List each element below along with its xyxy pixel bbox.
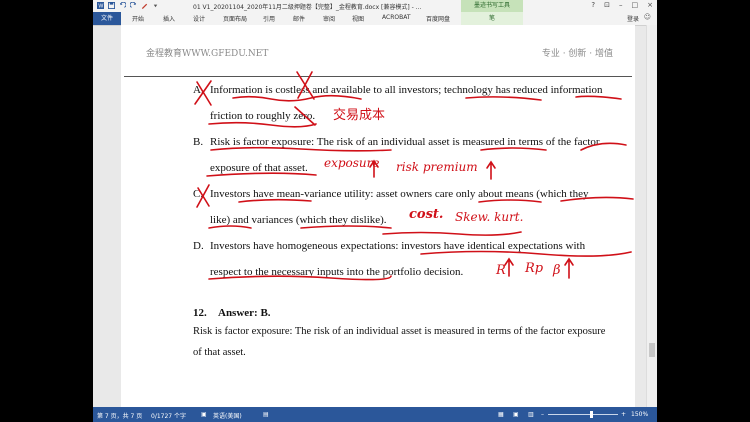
answer-label: Answer: B.: [218, 307, 271, 319]
pen-icon[interactable]: [141, 2, 148, 9]
ribbon-display-icon[interactable]: ⊡: [604, 1, 610, 9]
tab-view[interactable]: 视图: [352, 14, 364, 23]
tab-design[interactable]: 设计: [193, 14, 205, 23]
zoom-level[interactable]: 150%: [631, 411, 648, 418]
tab-home[interactable]: 开始: [132, 14, 144, 23]
language-indicator[interactable]: 英语(美国): [213, 411, 242, 420]
option-a-label: A.: [193, 84, 204, 96]
arrow-up-d2: [564, 257, 574, 279]
tab-acrobat[interactable]: ACROBAT: [382, 14, 411, 21]
tab-mailings[interactable]: 邮件: [293, 14, 305, 23]
undo-icon[interactable]: [119, 2, 126, 9]
arrow-up-b2: [486, 160, 496, 180]
explanation-line-1: Risk is factor exposure: The risk of an …: [193, 326, 606, 337]
tab-baidu-netdisk[interactable]: 百度网盘: [426, 14, 450, 23]
ink-tools-context-label: 墨迹书写工具: [461, 0, 523, 12]
word-count[interactable]: 0/1727 个字: [151, 411, 186, 420]
note-risk-premium: risk premium: [396, 160, 478, 174]
option-d-line-1: Investors have homogeneous expectations:…: [210, 240, 586, 252]
customize-toolbar-icon[interactable]: [152, 2, 159, 9]
title-bar: W 01 V1_20201104_2020年11月二级押题卷【完整】_金程教育.…: [93, 0, 657, 12]
header-rule: [124, 76, 632, 77]
tab-pen[interactable]: 笔: [461, 12, 523, 25]
option-b-line-1: Risk is factor exposure: The risk of an …: [210, 136, 600, 148]
underline-a-2: [465, 96, 542, 101]
underline-c-2: [478, 199, 542, 203]
vertical-scrollbar[interactable]: [646, 25, 657, 407]
zoom-slider[interactable]: [548, 414, 618, 415]
option-c-label: C.: [193, 188, 204, 200]
window-controls: ? ⊡ – □ ×: [591, 1, 653, 9]
word-window: W 01 V1_20201104_2020年11月二级押题卷【完整】_金程教育.…: [93, 0, 657, 422]
header-left: 金程教育WWW.GFEDU.NET: [146, 49, 269, 59]
tab-layout[interactable]: 页面布局: [223, 14, 247, 23]
underline-c-1: [238, 198, 312, 203]
note-skew-kurt: Skew. kurt.: [455, 210, 524, 224]
explanation-line-2: of that asset.: [193, 347, 246, 358]
option-b-label: B.: [193, 136, 204, 148]
option-c-line-1: Investors have mean-variance utility: as…: [210, 188, 589, 200]
page-count[interactable]: 第 7 页，共 7 页: [97, 411, 142, 420]
tab-references[interactable]: 引用: [263, 14, 275, 23]
zoom-out-button[interactable]: –: [541, 411, 544, 418]
option-d-label: D.: [193, 240, 204, 252]
option-b-line-2: exposure of that asset.: [210, 162, 308, 174]
option-c-line-2: like) and variances (which they dislike)…: [210, 214, 387, 226]
note-r: R: [496, 263, 506, 278]
note-rp: Rp: [525, 261, 544, 276]
option-d-line-2: respect to the necessary inputs into the…: [210, 266, 464, 278]
macro-record-icon[interactable]: ▤: [263, 411, 269, 418]
minimize-button[interactable]: –: [619, 1, 623, 9]
answer-number: 12.: [193, 307, 207, 319]
word-logo-icon: W: [97, 2, 104, 9]
maximize-button[interactable]: □: [632, 1, 639, 9]
tab-review[interactable]: 审阅: [323, 14, 335, 23]
underline-hand-c: [382, 231, 522, 236]
underline-c-4: [208, 225, 252, 229]
document-page[interactable]: 金程教育WWW.GFEDU.NET 专业 · 创新 · 增值 A. Inform…: [121, 25, 635, 407]
note-transaction-cost: 交易成本: [333, 108, 386, 123]
help-icon[interactable]: ?: [591, 1, 595, 9]
scrollbar-thumb[interactable]: [649, 343, 655, 357]
feedback-smiley-icon[interactable]: ☺: [644, 13, 651, 21]
document-title: 01 V1_20201104_2020年11月二级押题卷【完整】_金程教育.do…: [193, 4, 422, 11]
svg-text:W: W: [98, 4, 103, 9]
login-link[interactable]: 登录: [627, 14, 639, 23]
web-layout-icon[interactable]: ▥: [528, 411, 534, 418]
tab-insert[interactable]: 插入: [163, 14, 175, 23]
underline-a-4: [208, 121, 317, 128]
redo-icon[interactable]: [130, 2, 137, 9]
option-a-line-1: Information is costless and available to…: [210, 84, 603, 96]
zoom-in-button[interactable]: +: [621, 411, 626, 418]
underline-a-3: [575, 95, 622, 100]
close-button[interactable]: ×: [647, 1, 653, 9]
proofing-icon[interactable]: ▣: [201, 411, 207, 418]
note-beta: β: [553, 263, 561, 278]
ribbon-tabs: 文件 开始 插入 设计 页面布局 引用 邮件 审阅 视图 ACROBAT 百度网…: [93, 12, 657, 26]
header-right: 专业 · 创新 · 增值: [541, 49, 613, 59]
underline-c-5: [300, 225, 392, 229]
save-icon[interactable]: [108, 2, 115, 9]
quick-access-toolbar: W: [97, 2, 159, 9]
underline-a-1: [232, 94, 362, 102]
status-bar: 第 7 页，共 7 页 0/1727 个字 ▣ 英语(美国) ▤ ▦ ▣ ▥ –…: [93, 407, 657, 422]
underline-d-1: [420, 250, 632, 257]
zoom-slider-knob[interactable]: [590, 411, 593, 418]
note-exposure: exposure: [324, 156, 380, 170]
arrow-up-d1: [504, 257, 514, 277]
option-a-line-2: friction to roughly zero.: [210, 110, 316, 122]
note-cost: cost.: [409, 207, 444, 222]
underline-b-2: [480, 147, 547, 151]
print-layout-icon[interactable]: ▣: [513, 411, 519, 418]
read-mode-icon[interactable]: ▦: [498, 411, 504, 418]
tab-file[interactable]: 文件: [93, 12, 121, 25]
underline-b-1: [210, 146, 392, 152]
